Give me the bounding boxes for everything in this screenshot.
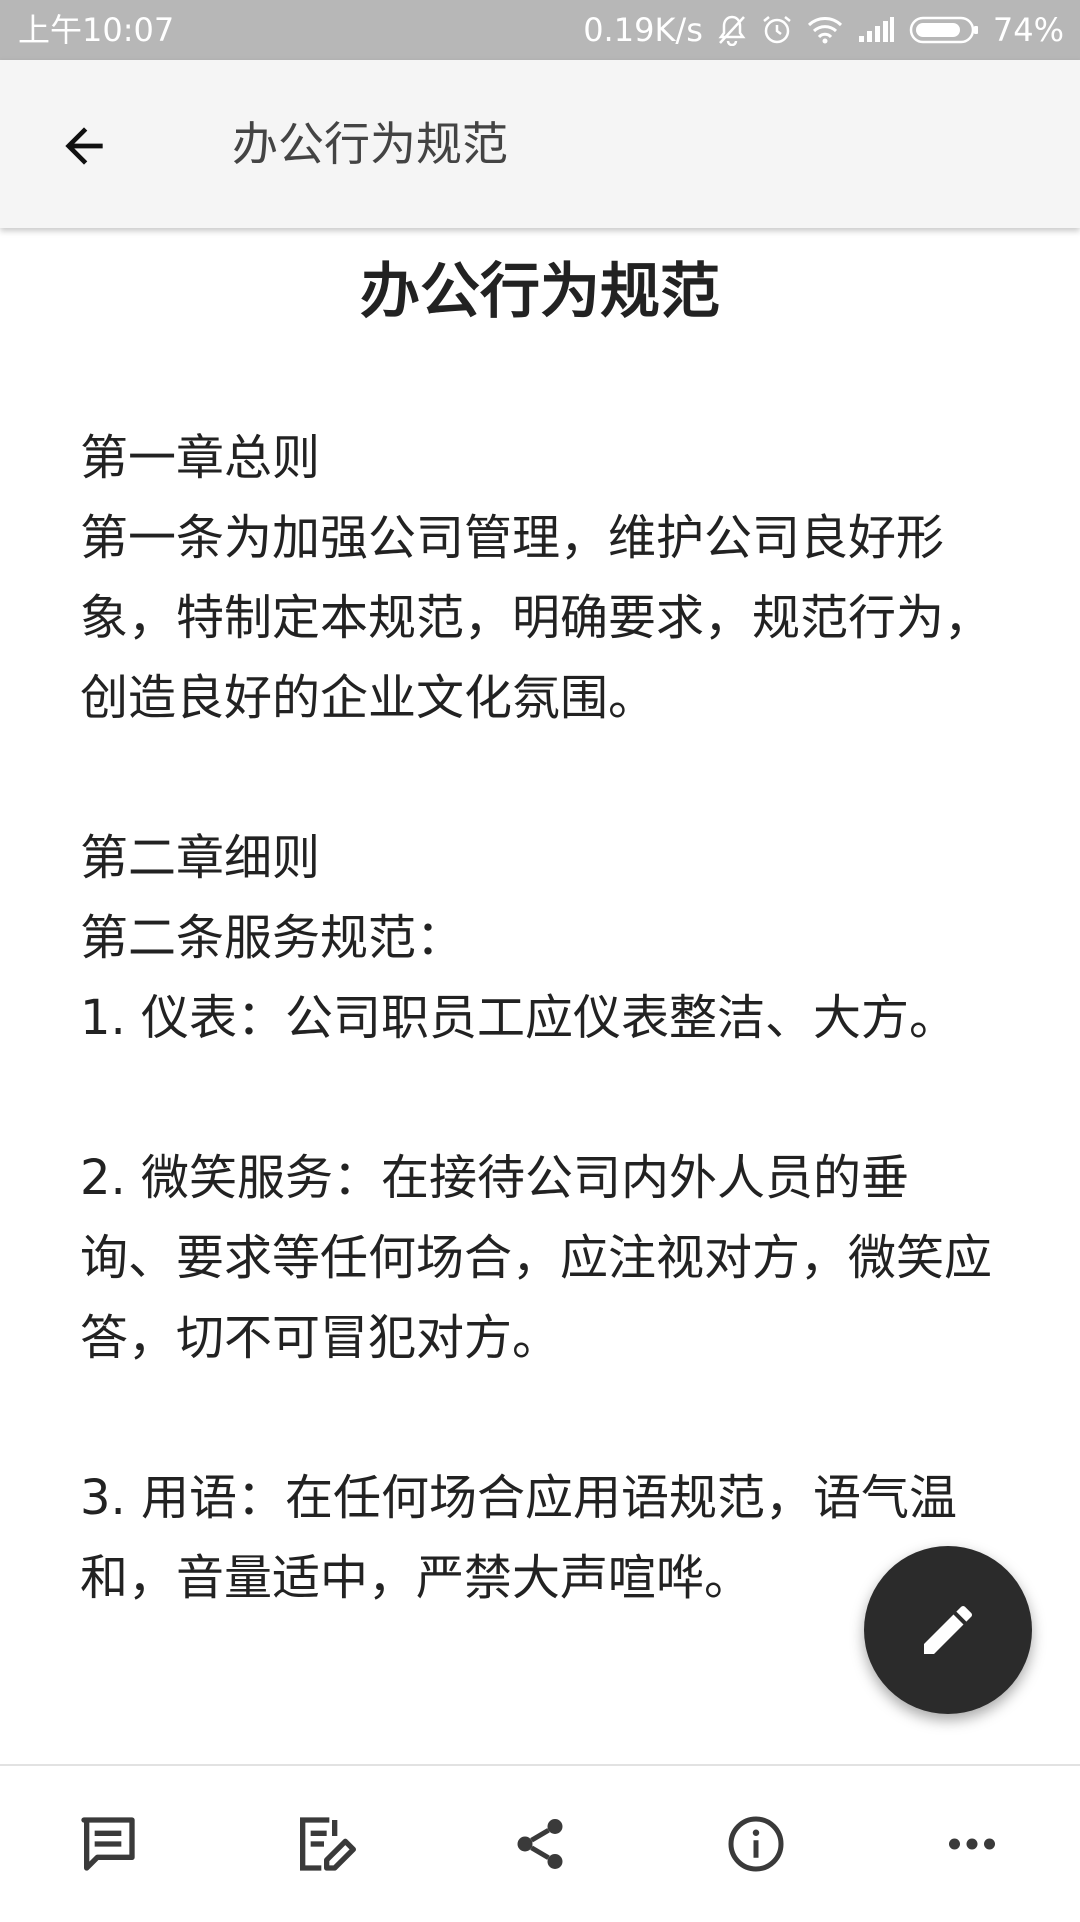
info-button[interactable] bbox=[706, 1794, 806, 1894]
chapter1-heading: 第一章总则 bbox=[80, 430, 321, 486]
wifi-icon bbox=[807, 16, 843, 44]
document-body: 第一章总则 第一条为加强公司管理，维护公司良好形象，特制定本规范，明确要求，规范… bbox=[80, 418, 1000, 1618]
alarm-icon bbox=[761, 14, 793, 46]
bottom-toolbar bbox=[0, 1764, 1080, 1922]
more-button[interactable] bbox=[922, 1794, 1022, 1894]
arrow-back-icon bbox=[65, 127, 103, 165]
signal-icon bbox=[857, 16, 895, 44]
edit-note-icon bbox=[300, 1817, 356, 1871]
mute-icon bbox=[717, 14, 747, 46]
chapter2-article2: 第二条服务规范： bbox=[80, 910, 465, 966]
item-3: 3. 用语：在任何场合应用语规范，语气温和，音量适中，严禁大声喧哗。 bbox=[80, 1470, 958, 1606]
item-2: 2. 微笑服务：在接待公司内外人员的垂询、要求等任何场合，应注视对方，微笑应答，… bbox=[80, 1150, 993, 1366]
share-icon bbox=[517, 1819, 563, 1869]
battery-percent: 74% bbox=[992, 11, 1064, 49]
edit-fab-button[interactable] bbox=[864, 1546, 1032, 1714]
status-time: 上午10:07 bbox=[18, 11, 175, 49]
item-1: 1. 仪表：公司职员工应仪表整洁、大方。 bbox=[80, 990, 958, 1046]
app-bar-title: 办公行为规范 bbox=[232, 117, 508, 171]
document-title: 办公行为规范 bbox=[360, 257, 720, 327]
network-speed: 0.19K/s bbox=[583, 11, 703, 49]
edit-note-button[interactable] bbox=[274, 1794, 374, 1894]
app-bar: 办公行为规范 bbox=[0, 60, 1080, 228]
status-icons: 0.19K/s 74% bbox=[583, 0, 1064, 60]
status-bar: 上午10:07 0.19K/s 74% bbox=[0, 0, 1080, 60]
back-button[interactable] bbox=[44, 106, 124, 186]
battery-icon bbox=[909, 15, 979, 45]
chapter2-heading: 第二章细则 bbox=[80, 830, 321, 886]
info-icon bbox=[728, 1816, 784, 1872]
edit-icon bbox=[924, 1605, 973, 1654]
more-icon bbox=[949, 1838, 995, 1850]
document-content[interactable]: 办公行为规范 第一章总则 第一条为加强公司管理，维护公司良好形象，特制定本规范，… bbox=[0, 228, 1080, 1764]
comment-icon bbox=[81, 1817, 135, 1871]
chapter1-article1: 第一条为加强公司管理，维护公司良好形象，特制定本规范，明确要求，规范行为，创造良… bbox=[80, 510, 993, 726]
comment-button[interactable] bbox=[58, 1794, 158, 1894]
share-button[interactable] bbox=[490, 1794, 590, 1894]
